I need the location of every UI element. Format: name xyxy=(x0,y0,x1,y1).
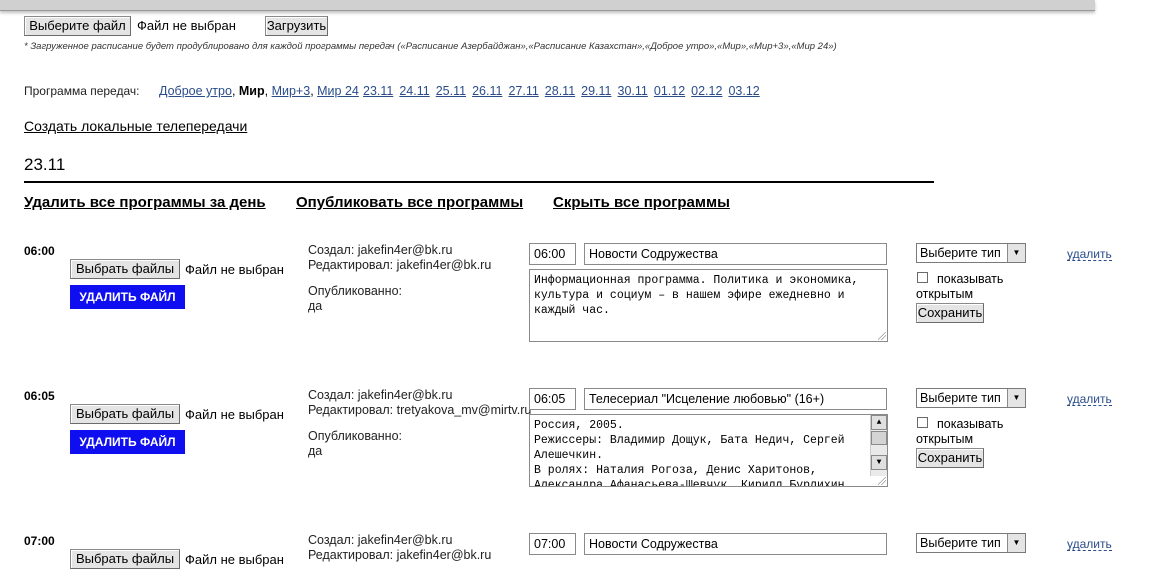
top-panel xyxy=(0,0,1095,11)
type-select[interactable]: Выберите тип ▼ xyxy=(916,243,1026,263)
current-date-heading: 23.11 xyxy=(24,155,66,174)
edited-by: Редактировал: tretyakova_mv@mirtv.ru xyxy=(308,403,532,417)
scroll-down-icon[interactable]: ▼ xyxy=(871,455,887,470)
date-link[interactable]: 30.11 xyxy=(618,84,648,98)
choose-files-button[interactable]: Выбрать файлы xyxy=(70,404,180,424)
program-nav-label: Программа передач: xyxy=(24,84,140,98)
date-link[interactable]: 27.11 xyxy=(508,84,538,98)
date-link[interactable]: 26.11 xyxy=(472,84,502,98)
create-local-link[interactable]: Создать локальные телепередачи xyxy=(24,118,247,134)
dropdown-arrow-icon: ▼ xyxy=(1007,534,1025,552)
type-select[interactable]: Выберите тип ▼ xyxy=(916,533,1026,553)
entry-time-heading: 06:00 xyxy=(24,244,55,258)
date-link[interactable]: 29.11 xyxy=(581,84,611,98)
program-separator: , xyxy=(264,84,272,98)
time-input[interactable]: 06:05 xyxy=(529,388,576,410)
date-link[interactable]: 23.11 xyxy=(363,84,393,98)
show-open-label: показывать открытым xyxy=(916,272,1004,301)
created-by: Создал: jakefin4er@bk.ru xyxy=(308,243,453,257)
scroll-thumb[interactable] xyxy=(871,431,887,445)
type-select[interactable]: Выберите тип ▼ xyxy=(916,388,1026,408)
date-link[interactable]: 28.11 xyxy=(545,84,575,98)
program-link[interactable]: Мир xyxy=(239,84,265,98)
entry-time-heading: 06:05 xyxy=(24,389,55,403)
program-link[interactable]: Доброе утро xyxy=(159,84,232,98)
hide-all-programs-link[interactable]: Скрыть все программы xyxy=(553,194,730,211)
title-input[interactable]: Телесериал "Исцеление любовью" (16+) xyxy=(584,388,887,410)
textarea-scrollbar[interactable]: ▲ ▼ xyxy=(870,415,887,476)
scroll-up-icon[interactable]: ▲ xyxy=(871,415,887,430)
date-list: 23.11 24.11 25.11 26.11 27.11 28.11 29.11 30.11… xyxy=(363,84,766,98)
description-textarea[interactable]: Информационная программа. Политика и эко… xyxy=(529,269,888,342)
publish-all-programs-link[interactable]: Опубликовать все программы xyxy=(296,194,523,211)
choose-files-button[interactable]: Выбрать файлы xyxy=(70,259,180,279)
program-list: Доброе утро, Мир, Мир+3, Мир 24 xyxy=(159,84,359,98)
date-link[interactable]: 25.11 xyxy=(436,84,466,98)
type-select-value: Выберите тип xyxy=(920,246,1001,260)
description-text: Россия, 2005. Режиссеры: Владимир Дощук,… xyxy=(534,419,845,487)
delete-entry-link[interactable]: удалить xyxy=(1067,393,1112,406)
type-select-value: Выберите тип xyxy=(920,536,1001,550)
type-select-value: Выберите тип xyxy=(920,391,1001,405)
delete-entry-link[interactable]: удалить xyxy=(1067,248,1112,261)
edited-by: Редактировал: jakefin4er@bk.ru xyxy=(308,258,492,272)
created-by: Создал: jakefin4er@bk.ru xyxy=(308,533,453,547)
resize-grip-icon[interactable] xyxy=(878,477,886,485)
upload-note: * Загруженное расписание будет продублир… xyxy=(24,41,837,52)
delete-entry-link[interactable]: удалить xyxy=(1067,538,1112,551)
dropdown-arrow-icon: ▼ xyxy=(1007,389,1025,407)
date-link[interactable]: 24.11 xyxy=(399,84,429,98)
published-label: Опубликованно: xyxy=(308,429,403,443)
show-open-label: показывать открытым xyxy=(916,417,1004,446)
save-button[interactable]: Сохранить xyxy=(916,303,984,323)
date-link[interactable]: 03.12 xyxy=(728,84,759,98)
choose-files-button[interactable]: Выбрать файлы xyxy=(70,549,180,569)
program-link[interactable]: Мир 24 xyxy=(317,84,359,98)
title-input[interactable]: Новости Содружества xyxy=(584,533,887,555)
delete-file-button[interactable]: УДАЛИТЬ ФАЙЛ xyxy=(70,430,185,454)
edited-by: Редактировал: jakefin4er@bk.ru xyxy=(308,548,492,562)
description-textarea[interactable]: Россия, 2005. Режиссеры: Владимир Дощук,… xyxy=(529,414,888,487)
delete-file-button[interactable]: УДАЛИТЬ ФАЙЛ xyxy=(70,285,185,309)
heading-divider xyxy=(24,181,934,183)
program-link[interactable]: Мир+3 xyxy=(272,84,311,98)
dropdown-arrow-icon: ▼ xyxy=(1007,244,1025,262)
published-value: да xyxy=(308,299,323,313)
save-button[interactable]: Сохранить xyxy=(916,448,984,468)
no-file-text: Файл не выбран xyxy=(185,407,284,422)
upload-button[interactable]: Загрузить xyxy=(265,16,328,36)
date-link[interactable]: 01.12 xyxy=(654,84,685,98)
title-input[interactable]: Новости Содружества xyxy=(584,243,887,265)
time-input[interactable]: 06:00 xyxy=(529,243,576,265)
no-file-text: Файл не выбран xyxy=(185,552,284,567)
choose-file-button[interactable]: Выберите файл xyxy=(24,16,131,36)
resize-grip-icon[interactable] xyxy=(878,332,886,340)
program-separator: , xyxy=(231,84,239,98)
time-input[interactable]: 07:00 xyxy=(529,533,576,555)
date-link[interactable]: 02.12 xyxy=(691,84,722,98)
published-value: да xyxy=(308,444,323,458)
delete-all-programs-link[interactable]: Удалить все программы за день xyxy=(24,194,266,211)
no-file-text: Файл не выбран xyxy=(185,262,284,277)
no-file-text: Файл не выбран xyxy=(137,18,236,33)
created-by: Создал: jakefin4er@bk.ru xyxy=(308,388,453,402)
entry-time-heading: 07:00 xyxy=(24,534,55,548)
description-text: Информационная программа. Политика и эко… xyxy=(534,274,859,317)
published-label: Опубликованно: xyxy=(308,284,403,298)
